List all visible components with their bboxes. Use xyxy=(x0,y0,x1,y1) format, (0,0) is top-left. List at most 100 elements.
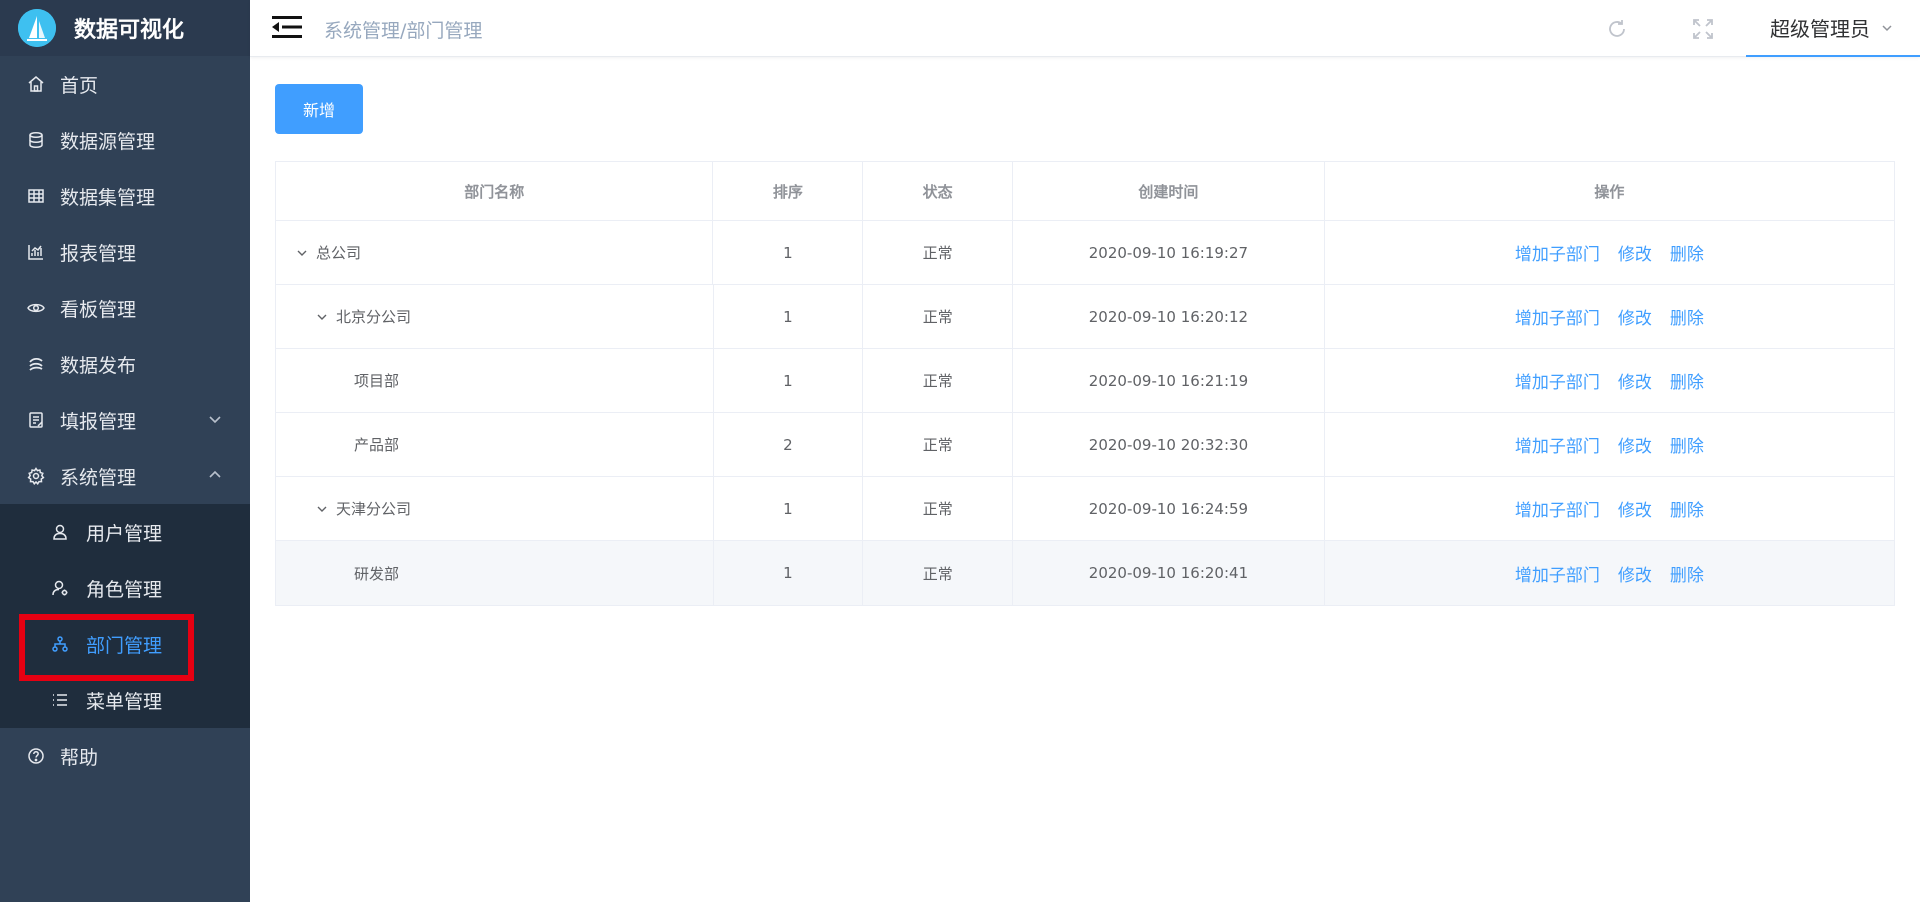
cell-created: 2020-09-10 20:32:30 xyxy=(1013,413,1325,476)
department-name: 北京分公司 xyxy=(336,308,412,326)
edit-link[interactable]: 修改 xyxy=(1618,240,1652,265)
chevron-down-icon xyxy=(1882,24,1892,31)
top-header: 系统管理/部门管理 超级管理员 xyxy=(250,0,1920,57)
delete-link[interactable]: 删除 xyxy=(1670,240,1704,265)
cell-created: 2020-09-10 16:21:19 xyxy=(1013,349,1325,412)
sidebar-item-label: 看板管理 xyxy=(60,298,137,321)
delete-link[interactable]: 删除 xyxy=(1670,496,1704,521)
add-child-link[interactable]: 增加子部门 xyxy=(1515,304,1600,329)
chart-icon xyxy=(26,242,46,262)
cell-actions: 增加子部门 修改 删除 xyxy=(1325,541,1894,605)
table-row: 总公司 1 正常 2020-09-10 16:19:27 增加子部门 修改 删除 xyxy=(276,221,1894,285)
cell-status: 正常 xyxy=(863,349,1014,412)
department-name: 天津分公司 xyxy=(336,500,412,518)
cell-name: 产品部 xyxy=(276,413,714,476)
sidebar-item-label: 部门管理 xyxy=(86,634,163,657)
department-name: 研发部 xyxy=(354,564,400,583)
department-name: 产品部 xyxy=(354,436,400,454)
sidebar-item-users[interactable]: 用户管理 xyxy=(0,504,250,560)
sidebar-item-menus[interactable]: 菜单管理 xyxy=(0,672,250,728)
app-title: 数据可视化 xyxy=(74,18,185,43)
department-name: 项目部 xyxy=(354,372,400,390)
cell-order: 1 xyxy=(714,285,864,348)
table-body: 总公司 1 正常 2020-09-10 16:19:27 增加子部门 修改 删除 北京分公司 1… xyxy=(276,221,1894,605)
add-child-link[interactable]: 增加子部门 xyxy=(1515,496,1600,521)
delete-link[interactable]: 删除 xyxy=(1670,561,1704,586)
sidebar-item-form[interactable]: 填报管理 xyxy=(0,392,250,448)
cell-created: 2020-09-10 16:20:12 xyxy=(1013,285,1325,348)
cell-created: 2020-09-10 16:19:27 xyxy=(1013,221,1325,284)
edit-link[interactable]: 修改 xyxy=(1618,432,1652,457)
add-child-link[interactable]: 增加子部门 xyxy=(1515,561,1600,586)
table-row: 项目部 1 正常 2020-09-10 16:21:19 增加子部门 修改 删除 xyxy=(276,349,1894,413)
table-row: 产品部 2 正常 2020-09-10 20:32:30 增加子部门 修改 删除 xyxy=(276,413,1894,477)
user-dropdown[interactable]: 超级管理员 xyxy=(1746,0,1920,57)
chevron-down-icon[interactable] xyxy=(314,501,330,517)
column-header-name: 部门名称 xyxy=(276,162,714,220)
department-name: 总公司 xyxy=(316,244,362,262)
cell-name: 总公司 xyxy=(276,221,714,284)
chevron-down-icon[interactable] xyxy=(314,309,330,325)
cell-name: 北京分公司 xyxy=(276,285,714,348)
sidebar-item-dataset[interactable]: 数据集管理 xyxy=(0,168,250,224)
delete-link[interactable]: 删除 xyxy=(1670,432,1704,457)
delete-link[interactable]: 删除 xyxy=(1670,368,1704,393)
breadcrumb: 系统管理/部门管理 xyxy=(324,20,483,42)
logo-icon xyxy=(18,9,56,47)
cell-created: 2020-09-10 16:20:41 xyxy=(1013,541,1325,605)
cell-name: 天津分公司 xyxy=(276,477,714,540)
sidebar-item-label: 用户管理 xyxy=(86,522,163,545)
edit-link[interactable]: 修改 xyxy=(1618,304,1652,329)
cell-actions: 增加子部门 修改 删除 xyxy=(1325,349,1894,412)
edit-link[interactable]: 修改 xyxy=(1618,561,1652,586)
table-row: 北京分公司 1 正常 2020-09-10 16:20:12 增加子部门 修改 删除 xyxy=(276,285,1894,349)
database-icon xyxy=(26,130,46,150)
add-child-link[interactable]: 增加子部门 xyxy=(1515,368,1600,393)
sidebar-item-publish[interactable]: 数据发布 xyxy=(0,336,250,392)
add-child-link[interactable]: 增加子部门 xyxy=(1515,240,1600,265)
table-header: 部门名称 排序 状态 创建时间 操作 xyxy=(276,162,1894,221)
cell-order: 1 xyxy=(714,477,864,540)
sidebar-item-label: 帮助 xyxy=(60,746,99,769)
sidebar-item-label: 数据源管理 xyxy=(60,130,156,153)
fullscreen-icon[interactable] xyxy=(1691,17,1715,41)
role-icon xyxy=(50,578,70,598)
add-button[interactable]: 新增 xyxy=(275,84,363,134)
sidebar-item-departments[interactable]: 部门管理 xyxy=(0,616,250,672)
column-header-order: 排序 xyxy=(713,162,864,220)
sidebar-item-help[interactable]: 帮助 xyxy=(0,728,250,784)
user-icon xyxy=(50,522,70,542)
column-header-status: 状态 xyxy=(863,162,1014,220)
edit-link[interactable]: 修改 xyxy=(1618,368,1652,393)
edit-link[interactable]: 修改 xyxy=(1618,496,1652,521)
sidebar-item-report[interactable]: 报表管理 xyxy=(0,224,250,280)
home-icon xyxy=(26,74,46,94)
sidebar-item-label: 数据集管理 xyxy=(60,186,156,209)
sidebar-item-system[interactable]: 系统管理 xyxy=(0,448,250,504)
sidebar-item-label: 报表管理 xyxy=(60,242,137,265)
sidebar-item-label: 菜单管理 xyxy=(86,690,163,713)
brand[interactable]: 数据可视化 xyxy=(0,0,250,56)
gear-icon xyxy=(26,466,46,486)
department-icon xyxy=(50,634,70,654)
sidebar-item-datasource[interactable]: 数据源管理 xyxy=(0,112,250,168)
cell-status: 正常 xyxy=(863,221,1014,284)
add-child-link[interactable]: 增加子部门 xyxy=(1515,432,1600,457)
cell-order: 1 xyxy=(714,541,864,605)
menu-toggle-icon[interactable] xyxy=(272,15,302,39)
chevron-down-icon[interactable] xyxy=(294,245,310,261)
delete-link[interactable]: 删除 xyxy=(1670,304,1704,329)
refresh-icon[interactable] xyxy=(1606,18,1628,40)
cell-actions: 增加子部门 修改 删除 xyxy=(1325,285,1894,348)
department-table: 部门名称 排序 状态 创建时间 操作 总公司 1 正常 2020-09-10 16:1… xyxy=(275,161,1895,606)
chevron-up-icon xyxy=(209,470,221,478)
cell-actions: 增加子部门 修改 删除 xyxy=(1325,413,1894,476)
publish-icon xyxy=(26,354,46,374)
cell-status: 正常 xyxy=(863,477,1014,540)
sidebar-item-roles[interactable]: 角色管理 xyxy=(0,560,250,616)
sidebar-item-home[interactable]: 首页 xyxy=(0,56,250,112)
cell-status: 正常 xyxy=(863,541,1014,605)
cell-order: 2 xyxy=(714,413,864,476)
cell-created: 2020-09-10 16:24:59 xyxy=(1013,477,1325,540)
sidebar-item-dashboard[interactable]: 看板管理 xyxy=(0,280,250,336)
